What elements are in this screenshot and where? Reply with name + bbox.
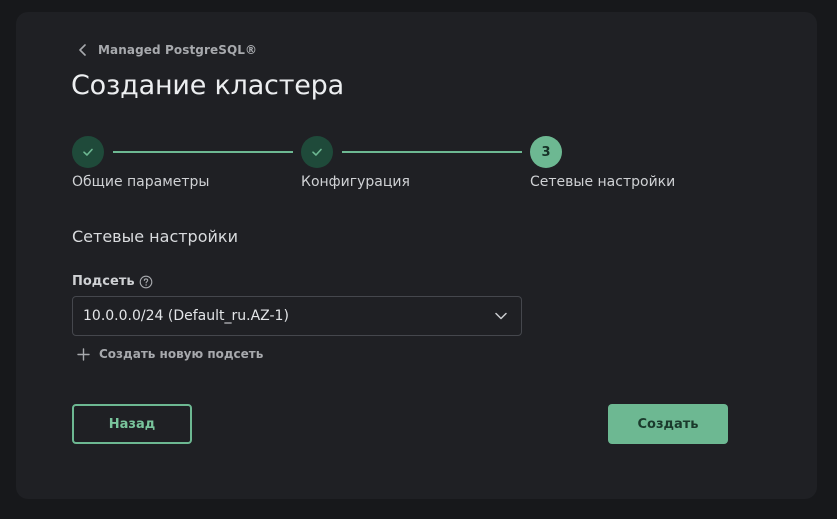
breadcrumb-link[interactable]: Managed PostgreSQL®	[98, 43, 257, 57]
step-1-label: Общие параметры	[72, 174, 210, 190]
subnet-label: Подсеть	[72, 274, 135, 289]
page-title: Создание кластера	[71, 70, 344, 101]
subnet-select[interactable]: 10.0.0.0/24 (Default_ru.AZ-1)	[72, 296, 522, 336]
step-2-label: Конфигурация	[301, 174, 410, 190]
step-1-indicator	[72, 136, 104, 168]
section-title: Сетевые настройки	[72, 227, 238, 246]
step-3-label: Сетевые настройки	[530, 174, 676, 190]
step-3-indicator: 3	[530, 136, 562, 168]
subnet-label-row: Подсеть	[72, 274, 153, 289]
step-connector	[342, 151, 522, 153]
breadcrumb[interactable]: Managed PostgreSQL®	[78, 42, 257, 58]
step-connector	[113, 151, 293, 153]
create-subnet-label[interactable]: Создать новую подсеть	[99, 347, 263, 361]
create-subnet-link[interactable]: Создать новую подсеть	[77, 347, 263, 361]
create-button[interactable]: Создать	[608, 404, 728, 444]
plus-icon	[77, 347, 90, 361]
back-button[interactable]: Назад	[72, 404, 192, 444]
chevron-down-icon	[495, 312, 507, 320]
check-icon	[81, 145, 95, 159]
question-circle-icon[interactable]	[139, 275, 153, 289]
chevron-left-icon[interactable]	[78, 44, 88, 56]
step-2-indicator	[301, 136, 333, 168]
check-icon	[310, 145, 324, 159]
subnet-select-value: 10.0.0.0/24 (Default_ru.AZ-1)	[83, 308, 289, 324]
step-number: 3	[541, 144, 551, 160]
